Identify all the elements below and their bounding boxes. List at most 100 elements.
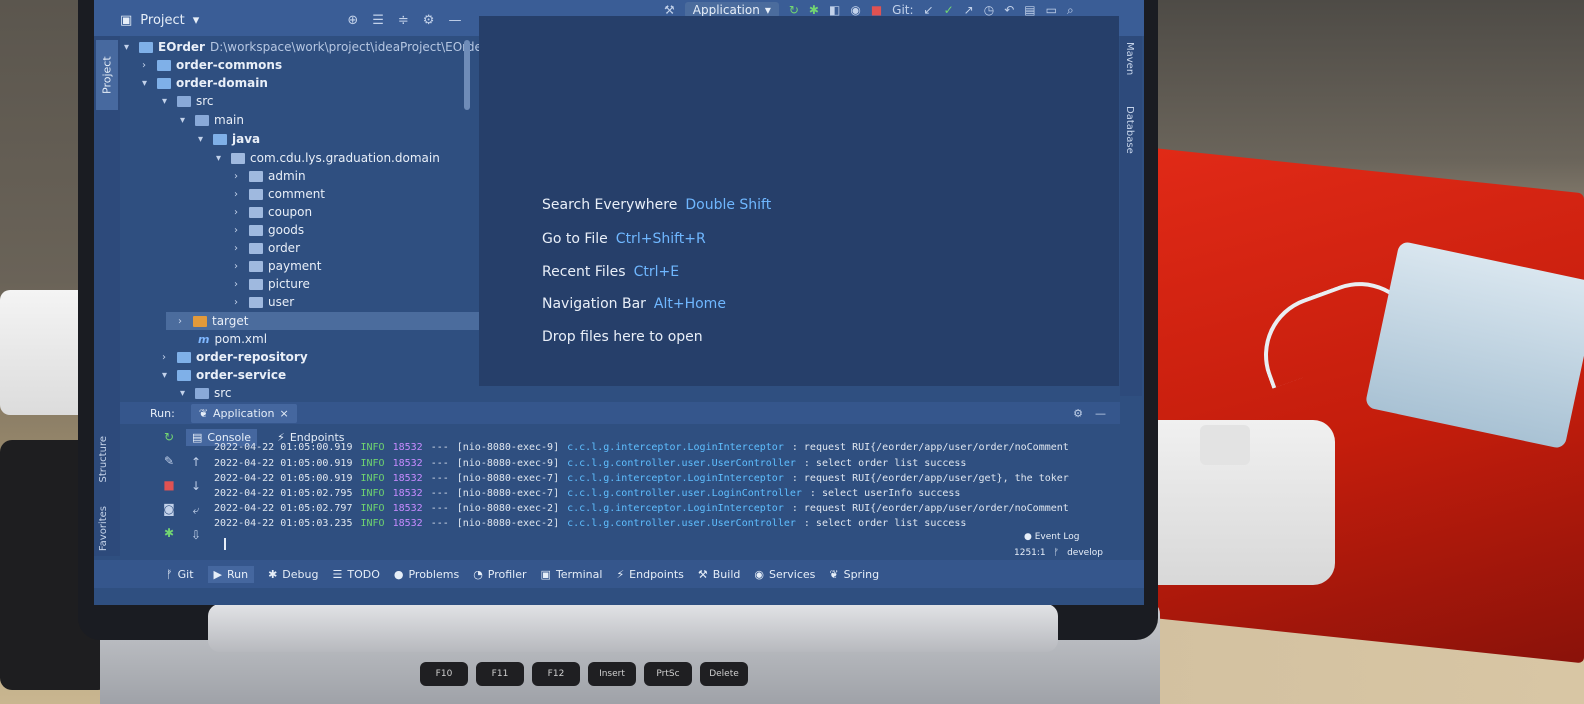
- tool-tab-profiler[interactable]: ◔ Profiler: [473, 568, 526, 581]
- tree-item-goods[interactable]: › goods: [234, 221, 304, 239]
- chevron-right-icon[interactable]: ›: [234, 207, 244, 218]
- coverage-icon[interactable]: ◧: [829, 3, 840, 17]
- tree-item-src[interactable]: ▾ src: [162, 92, 214, 110]
- chevron-right-icon[interactable]: ›: [234, 279, 244, 290]
- project-structure-icon[interactable]: ▤: [1024, 3, 1035, 17]
- project-tree-scrollbar[interactable]: [464, 40, 470, 110]
- chevron-down-icon[interactable]: ▾: [193, 13, 200, 28]
- event-log-indicator[interactable]: ● Event Log: [1024, 532, 1079, 542]
- caret-position[interactable]: 1251:1: [1014, 548, 1046, 558]
- tree-item-order-commons[interactable]: › order-commons: [142, 56, 282, 74]
- tree-item-order-domain[interactable]: ▾ order-domain: [142, 74, 268, 92]
- hide-icon[interactable]: —: [448, 13, 461, 28]
- git-commit-icon[interactable]: ✓: [944, 3, 954, 17]
- tool-tab-run[interactable]: ▶ Run: [207, 565, 255, 583]
- locate-icon[interactable]: ⊕: [347, 13, 358, 28]
- git-branch[interactable]: develop: [1067, 548, 1103, 558]
- chevron-right-icon[interactable]: ›: [234, 243, 244, 254]
- key-f10[interactable]: F10: [420, 662, 468, 686]
- tool-tab-todo[interactable]: ☰ TODO: [332, 568, 379, 581]
- maven-tool-tab[interactable]: Maven: [1124, 42, 1135, 75]
- camera-icon[interactable]: ◙: [163, 502, 175, 516]
- chevron-right-icon[interactable]: ›: [234, 261, 244, 272]
- hide-icon[interactable]: —: [1095, 407, 1106, 420]
- stop-icon[interactable]: ■: [163, 478, 174, 492]
- history-icon[interactable]: ◷: [984, 3, 994, 17]
- chevron-down-icon[interactable]: ▾: [216, 153, 226, 164]
- console-output[interactable]: 2022-04-22 01:05:00.919 INFO 18532 --- […: [214, 442, 1094, 546]
- project-tool-tab[interactable]: Project: [96, 40, 118, 110]
- gear-icon[interactable]: ⚙: [423, 13, 435, 28]
- tool-tab-git[interactable]: ᚠ Git: [166, 568, 194, 581]
- chevron-down-icon[interactable]: ▾: [142, 78, 152, 89]
- profile-icon[interactable]: ◉: [850, 3, 860, 17]
- tool-tab-terminal[interactable]: ▣ Terminal: [541, 568, 603, 581]
- gear-icon[interactable]: ⚙: [1073, 407, 1083, 420]
- key-insert[interactable]: Insert: [588, 662, 636, 686]
- tree-item-payment[interactable]: › payment: [234, 257, 321, 275]
- tool-tab-build[interactable]: ⚒ Build: [698, 568, 741, 581]
- tree-item-service-src[interactable]: ▾ src: [180, 384, 232, 402]
- hammer-icon[interactable]: ⚒: [664, 3, 675, 17]
- wrench-icon[interactable]: ✎: [164, 454, 174, 468]
- chevron-right-icon[interactable]: ›: [162, 352, 172, 363]
- chevron-down-icon[interactable]: ▾: [162, 96, 172, 107]
- tree-item-main[interactable]: ▾ main: [180, 111, 244, 129]
- run-tab-application[interactable]: ❦ Application ×: [190, 403, 297, 423]
- tool-tab-debug[interactable]: ✱ Debug: [268, 568, 318, 581]
- bug-icon[interactable]: ✱: [164, 526, 174, 540]
- debug-icon[interactable]: ✱: [809, 3, 819, 17]
- run-label: Run:: [150, 406, 175, 420]
- chevron-right-icon[interactable]: ›: [234, 297, 244, 308]
- tree-item-java[interactable]: ▾ java: [198, 130, 260, 148]
- rerun-icon[interactable]: ↻: [164, 430, 174, 444]
- key-prtsc[interactable]: PrtSc: [644, 662, 692, 686]
- arrow-down-icon[interactable]: ↓: [191, 479, 201, 493]
- project-panel-title[interactable]: Project: [140, 13, 184, 28]
- tree-item-comment[interactable]: › comment: [234, 185, 325, 203]
- tool-tab-spring[interactable]: ❦ Spring: [829, 568, 879, 581]
- soft-wrap-icon[interactable]: ⤶: [193, 503, 200, 518]
- structure-tool-tab[interactable]: Structure: [98, 436, 109, 483]
- expand-all-icon[interactable]: ☰: [372, 13, 384, 28]
- tree-item-package-domain[interactable]: ▾ com.cdu.lys.graduation.domain: [216, 149, 440, 167]
- tree-item-coupon[interactable]: › coupon: [234, 203, 312, 221]
- chevron-down-icon[interactable]: ▾: [180, 388, 190, 399]
- tree-item-order-repository[interactable]: › order-repository: [162, 348, 308, 366]
- tree-item-user[interactable]: › user: [234, 293, 294, 311]
- scroll-to-end-icon[interactable]: ⇩: [191, 528, 201, 542]
- chevron-right-icon[interactable]: ›: [178, 316, 188, 327]
- tree-item-eorder[interactable]: ▾ EOrder D:\workspace\work\project\ideaP…: [124, 38, 487, 56]
- tool-tab-endpoints[interactable]: ⚡ Endpoints: [616, 568, 683, 581]
- key-delete[interactable]: Delete: [700, 662, 748, 686]
- chevron-down-icon[interactable]: ▾: [162, 370, 172, 381]
- chevron-right-icon[interactable]: ›: [234, 171, 244, 182]
- chevron-right-icon[interactable]: ›: [234, 189, 244, 200]
- collapse-all-icon[interactable]: ≑: [398, 13, 409, 28]
- chevron-down-icon[interactable]: ▾: [198, 134, 208, 145]
- rerun-icon[interactable]: ↻: [789, 3, 799, 17]
- close-icon[interactable]: ×: [280, 407, 289, 420]
- rollback-icon[interactable]: ↶: [1004, 3, 1014, 17]
- favorites-tool-tab[interactable]: Favorites: [98, 506, 109, 551]
- arrow-up-icon[interactable]: ↑: [191, 455, 201, 469]
- tree-item-order[interactable]: › order: [234, 239, 300, 257]
- chevron-right-icon[interactable]: ›: [234, 225, 244, 236]
- tool-tab-services[interactable]: ◉ Services: [754, 568, 815, 581]
- chevron-down-icon[interactable]: ▾: [180, 115, 190, 126]
- key-f11[interactable]: F11: [476, 662, 524, 686]
- layout-icon[interactable]: ▭: [1046, 3, 1057, 17]
- chevron-down-icon[interactable]: ▾: [124, 42, 134, 53]
- git-push-icon[interactable]: ↗: [964, 3, 974, 17]
- tool-tab-problems[interactable]: ● Problems: [394, 568, 459, 581]
- tree-item-order-service[interactable]: ▾ order-service: [162, 366, 286, 384]
- tree-item-target[interactable]: › target: [166, 312, 506, 330]
- git-update-icon[interactable]: ↙: [924, 3, 934, 17]
- tree-item-picture[interactable]: › picture: [234, 275, 310, 293]
- tree-item-admin[interactable]: › admin: [234, 167, 306, 185]
- database-tool-tab[interactable]: Database: [1124, 106, 1135, 154]
- tree-item-pom[interactable]: m pom.xml: [198, 330, 267, 348]
- stop-icon[interactable]: ■: [871, 3, 882, 17]
- key-f12[interactable]: F12: [532, 662, 580, 686]
- chevron-right-icon[interactable]: ›: [142, 60, 152, 71]
